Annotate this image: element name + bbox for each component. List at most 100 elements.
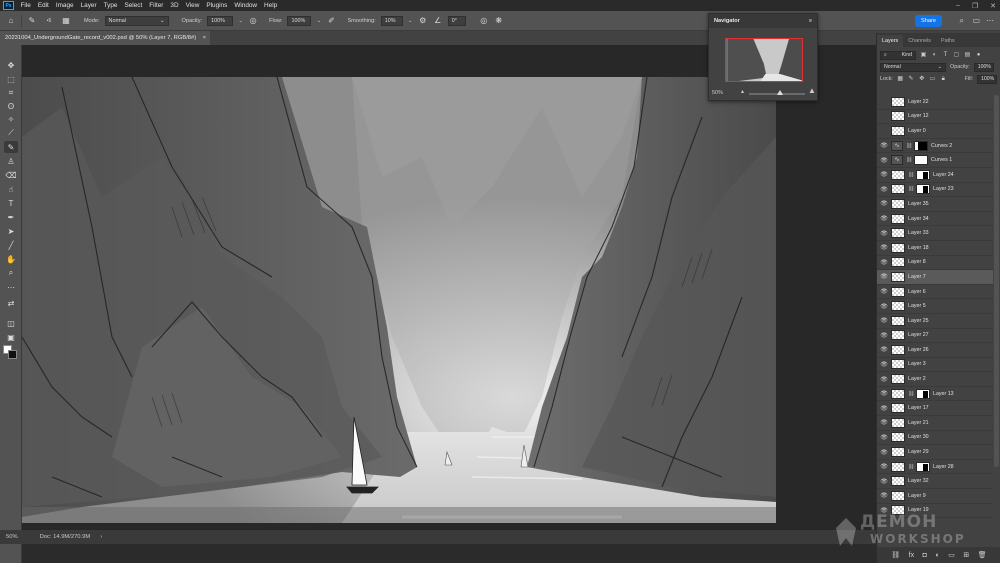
lock-position-icon[interactable]: ✥: [918, 76, 925, 83]
more-tools-icon[interactable]: ⋯: [4, 281, 18, 293]
new-layer-icon[interactable]: ⊞: [963, 551, 969, 559]
screen-mode-icon[interactable]: ▣: [4, 331, 18, 343]
menu-layer[interactable]: Layer: [77, 0, 100, 11]
layer-row[interactable]: 👁︎ Layer 17: [877, 401, 993, 417]
layer-mask-thumbnail[interactable]: [914, 140, 928, 151]
zoom-slider-handle[interactable]: [777, 90, 783, 95]
layer-row[interactable]: 👁︎ Layer 33: [877, 226, 993, 241]
menu-select[interactable]: Select: [121, 0, 146, 11]
layer-row[interactable]: 👁︎ Layer 35: [877, 197, 993, 212]
link-layers-icon[interactable]: ⛓: [891, 551, 900, 559]
layer-row[interactable]: 👁︎ Layer 2: [877, 372, 993, 387]
document-tab[interactable]: 20231004_UndergroundGate_record_v002.psd…: [0, 31, 210, 45]
type-filter-icon[interactable]: T: [942, 52, 949, 59]
gear-icon[interactable]: ⚙: [418, 16, 428, 25]
lock-all-icon[interactable]: 🔒︎: [940, 76, 947, 83]
lock-pixels-icon[interactable]: ✎: [908, 76, 915, 83]
pressure-size-icon[interactable]: ◎: [479, 16, 489, 25]
visibility-eye-icon[interactable]: 👁︎: [877, 332, 891, 339]
menu-file[interactable]: File: [17, 0, 34, 11]
path-selection-tool-icon[interactable]: ➤: [4, 225, 18, 237]
layer-mask-thumbnail[interactable]: [916, 169, 930, 180]
lasso-tool-icon[interactable]: ʘ: [4, 100, 18, 112]
layer-row[interactable]: 👁︎ Layer 29: [877, 445, 993, 460]
mode-select[interactable]: Normal ⌄: [104, 15, 169, 26]
tab-paths[interactable]: Paths: [936, 35, 960, 47]
layer-row[interactable]: 👁︎ Layer 18: [877, 241, 993, 256]
layer-row[interactable]: 👁︎ Layer 30: [877, 431, 993, 446]
layer-row[interactable]: 👁︎ ⛓ Layer 24: [877, 168, 993, 183]
share-button[interactable]: Share: [915, 15, 942, 27]
menu-filter[interactable]: Filter: [146, 0, 167, 11]
mask-link-icon[interactable]: ⛓: [908, 464, 914, 470]
visibility-eye-icon[interactable]: 👁︎: [877, 507, 891, 514]
background-color-swatch[interactable]: [8, 350, 17, 359]
mask-link-icon[interactable]: ⛓: [908, 186, 914, 192]
search-icon[interactable]: ⌕: [960, 16, 964, 26]
new-group-icon[interactable]: ▭: [948, 551, 955, 559]
type-tool-icon[interactable]: T: [4, 197, 18, 209]
close-tab-icon[interactable]: ×: [203, 35, 206, 41]
pen-tool-icon[interactable]: ✒: [4, 211, 18, 223]
visibility-eye-icon[interactable]: 👁︎: [877, 157, 891, 164]
lock-artboard-icon[interactable]: ▭: [929, 76, 936, 83]
smudge-tool-icon[interactable]: ☝: [4, 183, 18, 195]
layer-row[interactable]: 👁︎ Layer 6: [877, 285, 993, 300]
layer-row[interactable]: 👁︎ Layer 26: [877, 343, 993, 358]
layer-mask-thumbnail[interactable]: [916, 388, 930, 399]
document-canvas[interactable]: [22, 77, 776, 523]
navigator-zoom-value[interactable]: 50%: [712, 90, 723, 96]
blend-mode-select[interactable]: Normal ⌄: [880, 62, 946, 72]
brush-tool-preset-icon[interactable]: ✎: [27, 16, 37, 25]
visibility-eye-icon[interactable]: 👁︎: [877, 376, 891, 383]
visibility-eye-icon[interactable]: 👁︎: [877, 492, 891, 499]
menu-help[interactable]: Help: [261, 0, 281, 11]
symmetry-butterfly-icon[interactable]: ❋: [494, 16, 504, 25]
chevron-right-icon[interactable]: ›: [100, 534, 102, 540]
airbrush-icon[interactable]: ✐: [326, 16, 336, 25]
menu-image[interactable]: Image: [52, 0, 77, 11]
clone-stamp-tool-icon[interactable]: ♙: [4, 155, 18, 167]
add-mask-icon[interactable]: ◘: [923, 552, 927, 559]
layers-scrollbar[interactable]: [994, 95, 999, 467]
minimize-button[interactable]: –: [956, 2, 960, 9]
fill-field[interactable]: 100%: [977, 74, 998, 84]
zoom-in-icon[interactable]: ▲: [808, 86, 816, 95]
opacity-field[interactable]: 100%: [207, 15, 234, 26]
magic-wand-tool-icon[interactable]: ✧: [4, 113, 18, 125]
visibility-eye-icon[interactable]: 👁︎: [877, 171, 891, 178]
chevron-down-icon[interactable]: ⌄: [408, 18, 413, 24]
layer-row[interactable]: 👁︎ ⛓ Layer 23: [877, 183, 993, 198]
layer-row[interactable]: 👁︎ Layer 25: [877, 314, 993, 329]
visibility-eye-icon[interactable]: 👁︎: [877, 244, 891, 251]
pressure-opacity-icon[interactable]: ◎: [248, 16, 258, 25]
navigator-thumbnail[interactable]: [725, 38, 803, 82]
zoom-tool-icon[interactable]: ⌕: [4, 267, 18, 279]
mask-link-icon[interactable]: ⛓: [908, 391, 914, 397]
visibility-eye-icon[interactable]: 👁︎: [877, 288, 891, 295]
visibility-eye-icon[interactable]: 👁︎: [877, 463, 891, 470]
visibility-eye-icon[interactable]: 👁︎: [877, 142, 891, 149]
filter-toggle-icon[interactable]: ●: [975, 52, 982, 59]
visibility-eye-icon[interactable]: 👁︎: [877, 317, 891, 324]
visibility-eye-icon[interactable]: 👁︎: [877, 230, 891, 237]
workspace-icon[interactable]: ▭: [972, 16, 980, 25]
move-tool-icon[interactable]: ✥: [4, 59, 18, 71]
adjustment-filter-icon[interactable]: ◐: [931, 52, 938, 59]
visibility-eye-icon[interactable]: 👁︎: [877, 186, 891, 193]
brush-settings-icon[interactable]: ▦: [61, 16, 71, 25]
brush-tool-icon[interactable]: ✎: [4, 141, 18, 153]
layer-row[interactable]: 👁︎ Layer 34: [877, 212, 993, 227]
angle-field[interactable]: 0°: [447, 15, 466, 26]
layer-row[interactable]: 👁︎ Layer 7: [877, 270, 993, 285]
close-window-button[interactable]: ✕: [990, 2, 996, 10]
mask-link-icon[interactable]: ⛓: [908, 172, 914, 178]
visibility-eye-icon[interactable]: 👁︎: [877, 390, 891, 397]
eyedropper-tool-icon[interactable]: ⟋: [4, 127, 18, 139]
visibility-eye-icon[interactable]: 👁︎: [877, 113, 891, 120]
visibility-eye-icon[interactable]: 👁︎: [877, 303, 891, 310]
layer-row[interactable]: 👁︎ Layer 9: [877, 489, 993, 504]
layer-mask-thumbnail[interactable]: [916, 184, 930, 195]
layer-row[interactable]: 👁︎ ⛓ Layer 13: [877, 387, 993, 402]
visibility-eye-icon[interactable]: 👁︎: [877, 215, 891, 222]
